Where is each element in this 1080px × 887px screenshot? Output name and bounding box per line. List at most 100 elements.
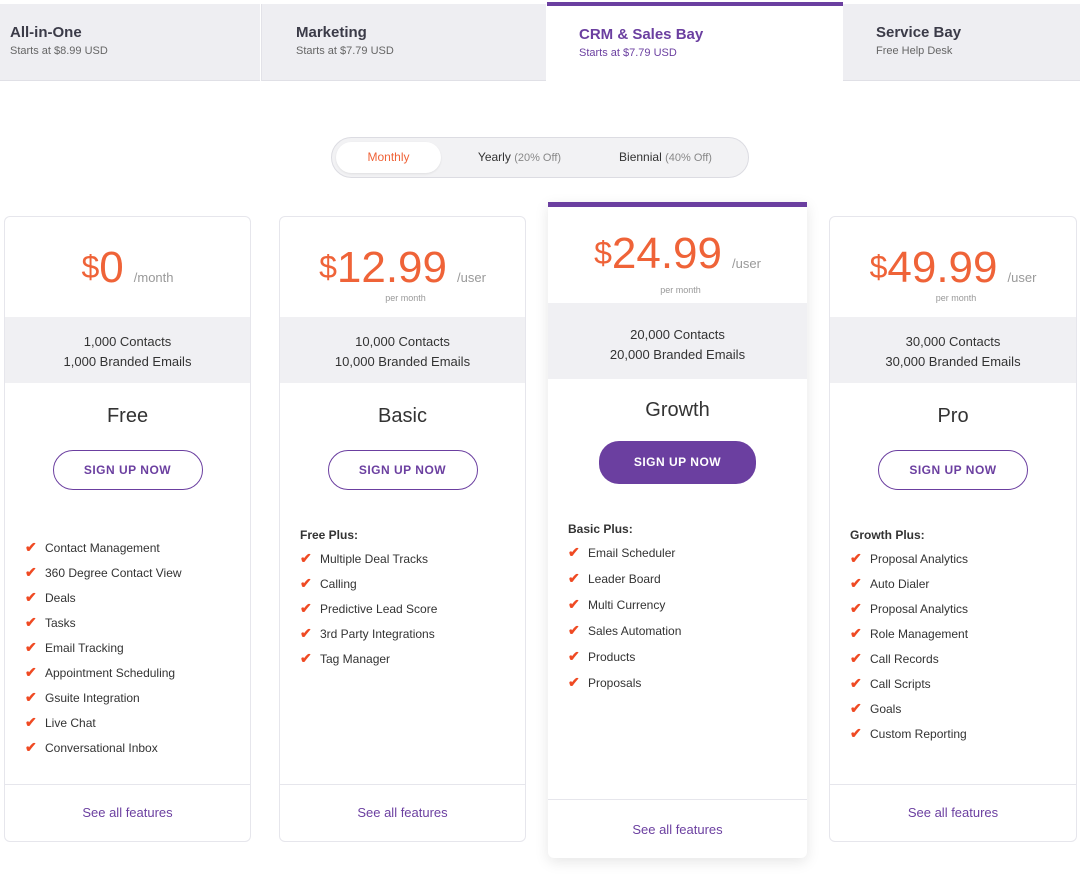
feature-list: Growth Plus: ✔ Proposal Analytics ✔ Auto Di…: [830, 528, 1076, 751]
feature-label: Calling: [320, 577, 357, 591]
check-icon: ✔: [850, 575, 862, 591]
check-icon: ✔: [850, 675, 862, 691]
price-period: /month: [133, 270, 174, 285]
feature-items: ✔ Email Scheduler ✔ Leader Board ✔ Multi Curr…: [568, 545, 807, 701]
tab-marketing[interactable]: Marketing Starts at $7.79 USD: [261, 4, 546, 81]
check-icon: ✔: [25, 639, 37, 655]
check-icon: ✔: [850, 600, 862, 616]
emails-quota: 10,000 Branded Emails: [334, 354, 471, 369]
plan-price: $12.99/user: [280, 243, 525, 293]
check-icon: ✔: [25, 614, 37, 630]
price-amount: 24.99: [611, 229, 722, 278]
feature-item: ✔ Conversational Inbox: [25, 740, 250, 765]
contacts-quota: 30,000 Contacts: [905, 334, 1001, 349]
check-icon: ✔: [300, 600, 312, 616]
price-currency: $: [319, 249, 337, 285]
tab-crm-sales-bay[interactable]: CRM & Sales Bay Starts at $7.79 USD: [547, 2, 843, 82]
tab-subtitle: Starts at $8.99 USD: [10, 45, 108, 57]
check-icon: ✔: [300, 625, 312, 641]
feature-label: Call Records: [870, 652, 939, 666]
price-currency: $: [869, 249, 888, 285]
see-all-features-link[interactable]: See all features: [548, 799, 807, 858]
feature-item: ✔ Multiple Deal Tracks: [300, 551, 525, 576]
billing-option-label: Monthly: [367, 150, 410, 164]
emails-quota: 30,000 Branded Emails: [885, 354, 1021, 369]
billing-period-toggle: Monthly Yearly (20% Off) Biennial (40% O…: [331, 137, 749, 178]
see-all-features-link[interactable]: See all features: [830, 784, 1076, 841]
plan-card-free: $0/month 1,000 Contacts 1,000 Branded Em…: [4, 216, 251, 842]
billing-option-label: Biennial: [619, 150, 662, 164]
plan-card-pro: $49.99/user per month 30,000 Contacts 30…: [829, 216, 1077, 842]
check-icon: ✔: [850, 725, 862, 741]
feature-label: Proposal Analytics: [870, 602, 969, 616]
plan-quota: 30,000 Contacts 30,000 Branded Emails: [830, 317, 1076, 383]
feature-list: Basic Plus: ✔ Email Scheduler ✔ Leader Boar…: [548, 522, 807, 701]
billing-option-label: Yearly: [477, 150, 511, 164]
billing-biennial-option[interactable]: Biennial (40% Off): [598, 142, 733, 173]
billing-monthly-option[interactable]: Monthly: [336, 142, 441, 173]
sign-up-button[interactable]: SIGN UP NOW: [52, 450, 203, 490]
feature-label: Deals: [45, 591, 76, 605]
check-icon: ✔: [568, 622, 580, 638]
feature-label: Email Scheduler: [588, 546, 676, 560]
plan-card-basic: $12.99/user per month 10,000 Contacts 10…: [279, 216, 526, 842]
feature-item: ✔ Call Scripts: [850, 676, 1076, 701]
feature-item: ✔ Email Tracking: [25, 640, 250, 665]
feature-label: Goals: [870, 702, 902, 716]
feature-label: 3rd Party Integrations: [320, 627, 435, 641]
feature-item: ✔ Proposal Analytics: [850, 601, 1076, 626]
tab-subtitle: Starts at $7.79 USD: [296, 45, 394, 57]
sign-up-button[interactable]: SIGN UP NOW: [599, 441, 756, 484]
feature-label: Leader Board: [588, 572, 661, 586]
price-per-month: per month: [660, 285, 701, 295]
plan-price: $0/month: [5, 243, 250, 293]
price-per-month: per month: [935, 293, 977, 303]
see-all-features-link[interactable]: See all features: [5, 784, 250, 841]
plan-quota: 1,000 Contacts 1,000 Branded Emails: [5, 317, 250, 383]
feature-item: ✔ Live Chat: [25, 715, 250, 740]
tab-all-in-one[interactable]: All-in-One Starts at $8.99 USD: [0, 4, 260, 81]
check-icon: ✔: [300, 650, 312, 666]
billing-yearly-option[interactable]: Yearly (20% Off): [452, 142, 587, 173]
feature-label: Gsuite Integration: [45, 691, 140, 705]
contacts-quota: 20,000 Contacts: [630, 327, 725, 342]
price-per-month: per month: [385, 293, 426, 303]
feature-list: Free Plus: ✔ Multiple Deal Tracks ✔ Calling…: [280, 528, 525, 676]
contacts-quota: 1,000 Contacts: [83, 334, 172, 349]
plan-card-growth: $24.99/user per month 20,000 Contacts 20…: [548, 202, 807, 858]
price-area: $12.99/user per month: [280, 217, 525, 317]
contacts-quota: 10,000 Contacts: [355, 334, 450, 349]
plan-quota: 10,000 Contacts 10,000 Branded Emails: [280, 317, 525, 383]
price-period: /user: [732, 256, 761, 271]
feature-item: ✔ Multi Currency: [568, 597, 807, 623]
see-all-features-link[interactable]: See all features: [280, 784, 525, 841]
feature-item: ✔ Goals: [850, 701, 1076, 726]
check-icon: ✔: [568, 648, 580, 664]
sign-up-button[interactable]: SIGN UP NOW: [878, 450, 1028, 490]
check-icon: ✔: [568, 596, 580, 612]
feature-label: Email Tracking: [45, 641, 124, 655]
feature-item: ✔ Proposals: [568, 675, 807, 701]
feature-item: ✔ Appointment Scheduling: [25, 665, 250, 690]
plan-price: $24.99/user: [548, 229, 807, 279]
feature-label: Conversational Inbox: [45, 741, 158, 755]
feature-items: ✔ Contact Management ✔ 360 Degree Contact V…: [25, 540, 250, 765]
plan-price: $49.99/user: [830, 243, 1076, 293]
feature-label: Custom Reporting: [870, 727, 967, 741]
feature-item: ✔ Custom Reporting: [850, 726, 1076, 751]
feature-label: Products: [588, 650, 636, 664]
feature-item: ✔ Call Records: [850, 651, 1076, 676]
sign-up-button[interactable]: SIGN UP NOW: [327, 450, 478, 490]
check-icon: ✔: [568, 674, 580, 690]
plan-name: Growth: [645, 399, 710, 421]
feature-heading: Basic Plus:: [568, 522, 633, 536]
price-amount: 49.99: [887, 243, 998, 292]
feature-item: ✔ Sales Automation: [568, 623, 807, 649]
check-icon: ✔: [850, 625, 862, 641]
feature-item: ✔ Auto Dialer: [850, 576, 1076, 601]
feature-label: Role Management: [870, 627, 969, 641]
feature-item: ✔ Email Scheduler: [568, 545, 807, 571]
emails-quota: 1,000 Branded Emails: [63, 354, 192, 369]
tab-service-bay[interactable]: Service Bay Free Help Desk: [843, 4, 1080, 81]
feature-list: ✔ Contact Management ✔ 360 Degree Contact V…: [5, 540, 250, 765]
